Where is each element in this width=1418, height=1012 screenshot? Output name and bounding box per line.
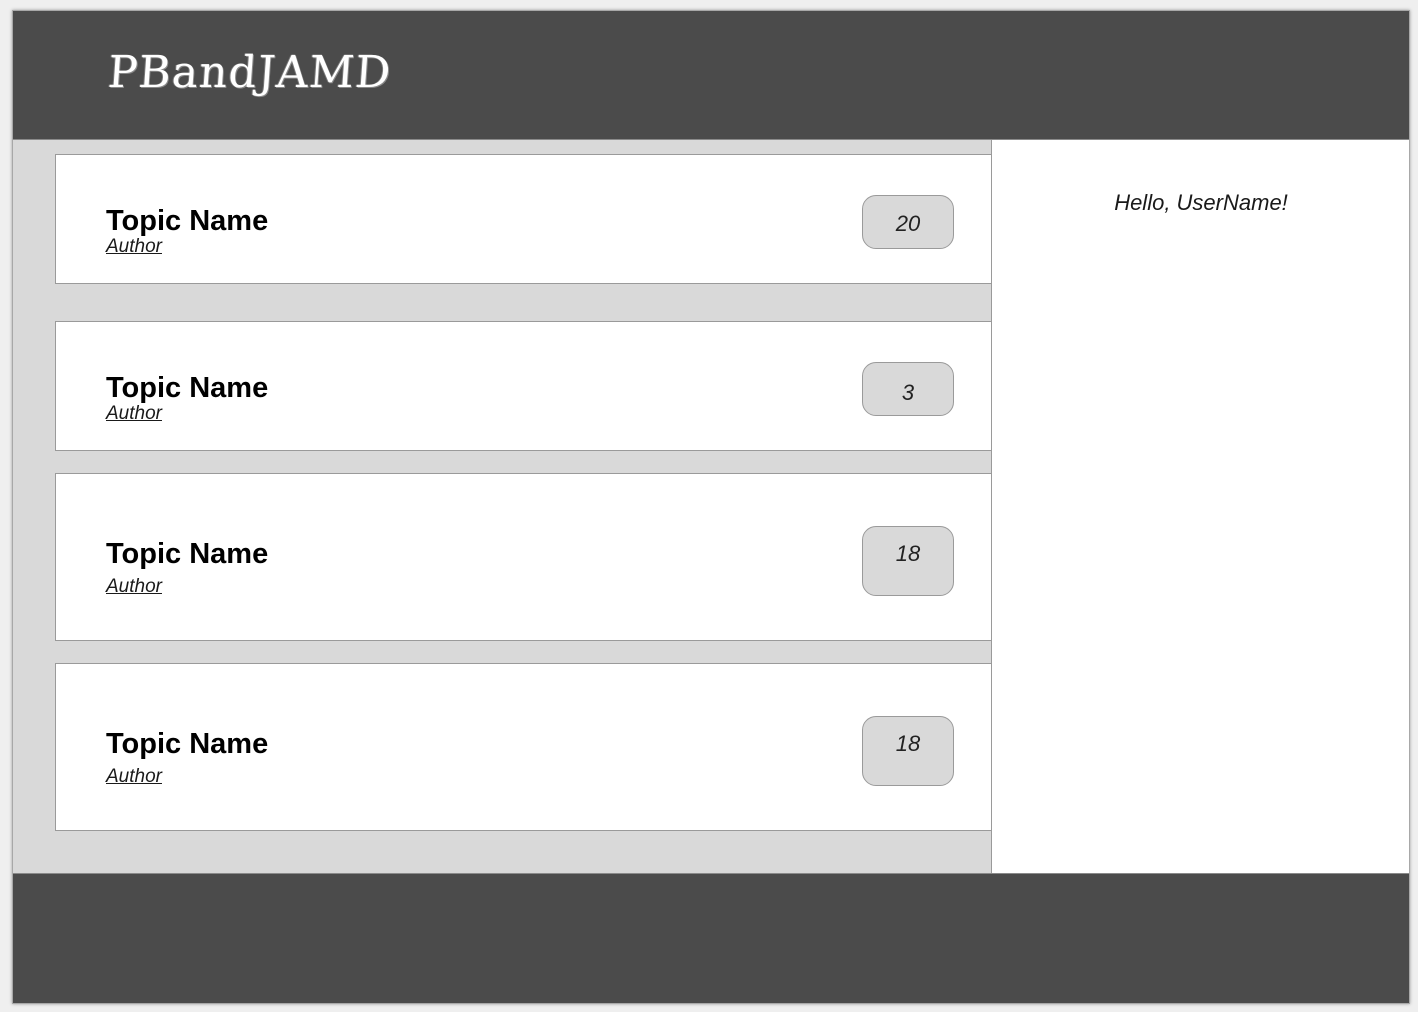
- topic-title[interactable]: Topic Name: [106, 730, 268, 759]
- topic-title[interactable]: Topic Name: [106, 207, 268, 236]
- topic-card[interactable]: Topic Name Author 18: [55, 663, 991, 831]
- topic-title[interactable]: Topic Name: [106, 540, 268, 569]
- topic-author-link[interactable]: Author: [106, 767, 162, 786]
- topic-author-link[interactable]: Author: [106, 237, 162, 256]
- topic-card[interactable]: Topic Name Author 3: [55, 321, 991, 451]
- user-sidebar: Hello, UserName!: [991, 140, 1409, 873]
- user-greeting: Hello, UserName!: [1114, 190, 1288, 215]
- topic-list: Topic Name Author 20 Topic Name Author 3…: [13, 140, 991, 873]
- topic-author-link[interactable]: Author: [106, 577, 162, 596]
- topic-author-link[interactable]: Author: [106, 404, 162, 423]
- topic-title[interactable]: Topic Name: [106, 374, 268, 403]
- app-frame: PBandJAMD Topic Name Author 20 Topic Nam…: [12, 10, 1410, 1004]
- reply-count-badge: 3: [862, 362, 954, 416]
- topic-card[interactable]: Topic Name Author 20: [55, 154, 991, 284]
- header: PBandJAMD: [13, 11, 1409, 140]
- site-logo[interactable]: PBandJAMD: [106, 47, 393, 98]
- reply-count-badge: 18: [862, 526, 954, 596]
- footer: [13, 873, 1409, 1003]
- reply-count-badge: 20: [862, 195, 954, 249]
- topic-card[interactable]: Topic Name Author 18: [55, 473, 991, 641]
- reply-count-badge: 18: [862, 716, 954, 786]
